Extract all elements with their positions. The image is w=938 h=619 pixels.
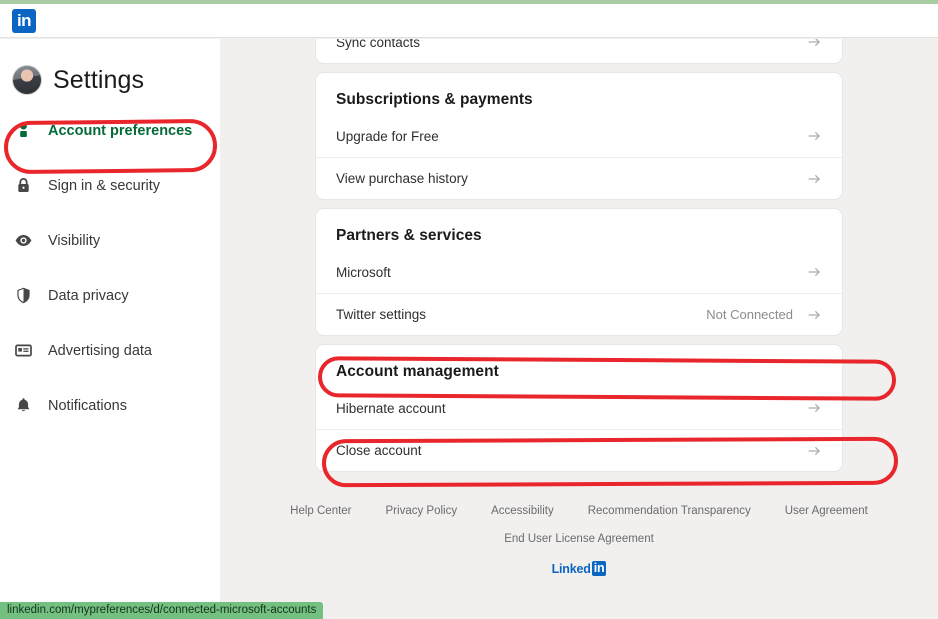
row-right [806,400,822,416]
arrow-right-icon [806,128,822,144]
sidebar-item-account-preferences[interactable]: Account preferences [0,111,220,150]
page-top-edge [0,0,938,4]
footer-link-privacy-policy[interactable]: Privacy Policy [386,505,458,517]
status-badge: Not Connected [706,307,793,322]
avatar[interactable] [12,65,42,95]
row-right [806,128,822,144]
settings-row-hibernate-account[interactable]: Hibernate account [316,387,842,429]
bell-icon [14,396,33,415]
card-title: Partners & services [336,227,482,244]
card-title: Subscriptions & payments [336,91,533,108]
footer-links-secondary: End User License Agreement [220,529,938,547]
sidebar-item-label: Notifications [48,397,127,414]
sidebar-nav: Account preferences Sign in & security V… [0,111,220,425]
row-right [806,443,822,459]
sidebar-item-label: Visibility [48,232,101,249]
settings-card-subscriptions-payments: Subscriptions & payments Upgrade for Fre… [316,73,842,199]
id-card-icon [14,341,33,360]
sidebar-item-sign-in-security[interactable]: Sign in & security [0,166,220,205]
settings-row-view-purchase-history[interactable]: View purchase history [316,157,842,199]
settings-row-close-account[interactable]: Close account [316,429,842,471]
arrow-right-icon [806,264,822,280]
sidebar-item-data-privacy[interactable]: Data privacy [0,276,220,315]
footer-logo-badge: in [591,561,607,576]
settings-main-content: Sync contacts Subscriptions & payments U… [220,39,938,619]
row-label: Twitter settings [336,307,427,322]
settings-row-sync-contacts[interactable]: Sync contacts [316,39,842,63]
row-label: Microsoft [336,264,391,280]
arrow-right-icon [806,171,822,187]
row-label: Upgrade for Free [336,128,439,144]
browser-status-bar-url: linkedin.com/mypreferences/d/connected-m… [0,602,324,619]
settings-sidebar: Settings Account preferences Sign in & s… [0,39,220,619]
arrow-right-icon [806,400,822,416]
lock-icon [14,176,33,195]
row-right [806,264,822,280]
footer-link-end-user-license-agreement[interactable]: End User License Agreement [504,533,654,545]
settings-row-microsoft[interactable]: Microsoft [316,251,842,293]
linkedin-logo-icon[interactable]: in [12,9,36,33]
settings-card-partners-services: Partners & services Microsoft Twitter se… [316,209,842,335]
footer-link-user-agreement[interactable]: User Agreement [785,505,868,517]
linkedin-footer-logo-icon: Linked in [552,561,607,576]
settings-card-account-management: Account management Hibernate account Clo… [316,345,842,471]
row-right [806,39,822,50]
footer-links-primary: Help Center Privacy Policy Accessibility… [220,505,938,517]
sidebar-item-label: Sign in & security [48,177,161,194]
sidebar-item-notifications[interactable]: Notifications [0,386,220,425]
arrow-right-icon [806,443,822,459]
arrow-right-icon [806,39,822,50]
row-right [806,171,822,187]
page-footer: Help Center Privacy Policy Accessibility… [220,505,938,578]
person-icon [14,121,33,140]
row-label: Hibernate account [336,400,446,416]
footer-link-recommendation-transparency[interactable]: Recommendation Transparency [588,505,751,517]
footer-link-help-center[interactable]: Help Center [290,505,351,517]
sidebar-item-label: Advertising data [48,342,152,359]
sidebar-item-advertising-data[interactable]: Advertising data [0,331,220,370]
sidebar-item-visibility[interactable]: Visibility [0,221,220,260]
footer-link-accessibility[interactable]: Accessibility [491,505,554,517]
arrow-right-icon [806,307,822,323]
settings-row-twitter-settings[interactable]: Twitter settings Not Connected [316,293,842,335]
global-header: in [0,4,938,38]
settings-row-upgrade-for-free[interactable]: Upgrade for Free [316,115,842,157]
footer-logo-text: Linked [551,561,591,576]
row-label: Close account [336,443,422,458]
eye-icon [14,231,33,250]
sidebar-item-label: Data privacy [48,287,129,304]
row-label: Sync contacts [336,39,421,50]
row-label: View purchase history [336,171,468,186]
card-title: Account management [336,363,499,380]
page-title: Settings [53,65,145,94]
sidebar-item-label: Account preferences [48,122,193,139]
shield-icon [14,286,33,305]
settings-header: Settings [0,39,220,95]
row-right: Not Connected [706,307,822,323]
settings-card: Sync contacts [316,39,842,63]
